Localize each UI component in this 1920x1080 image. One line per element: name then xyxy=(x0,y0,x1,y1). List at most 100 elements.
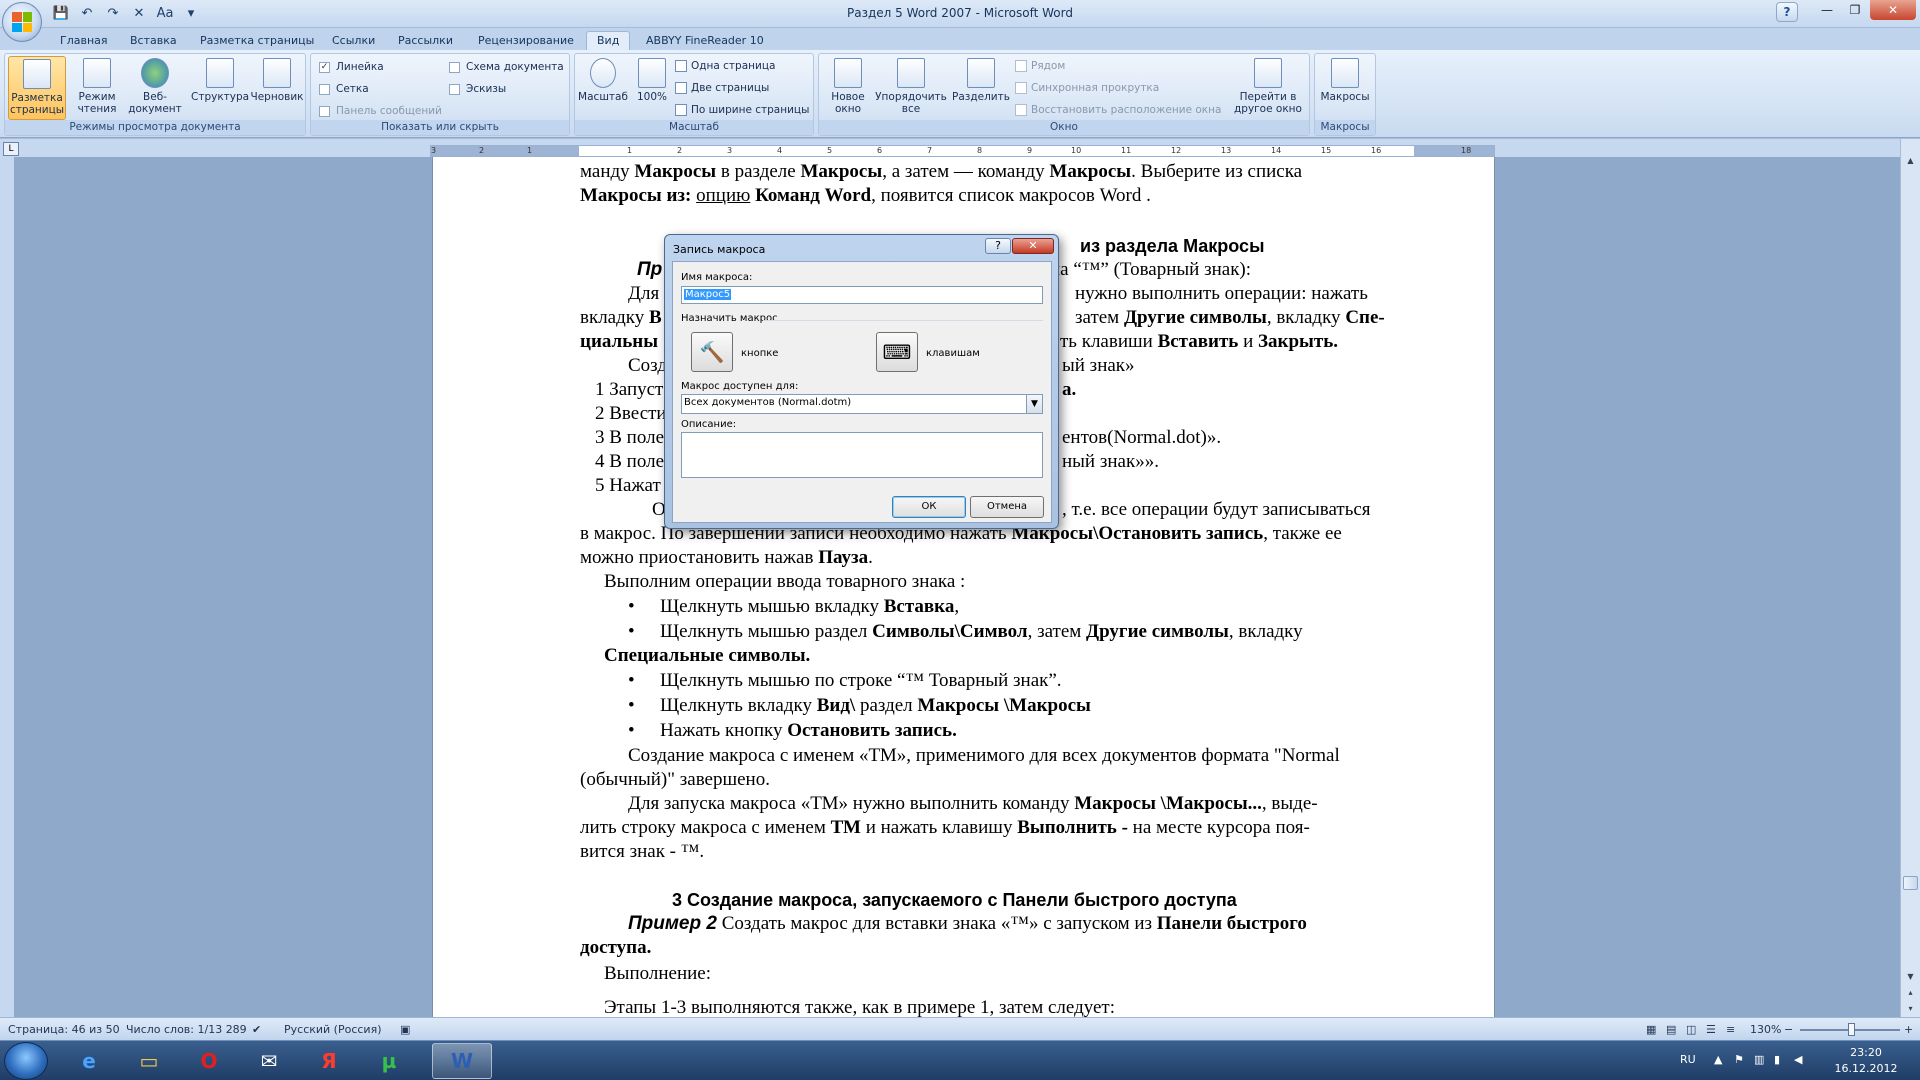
zoom-button[interactable]: Масштаб xyxy=(577,56,629,120)
cancel-button[interactable]: Отмена xyxy=(970,496,1044,518)
network-icon[interactable]: ▥ xyxy=(1754,1053,1764,1066)
dialog-title: Запись макроса xyxy=(673,243,766,256)
doc-line: ый знак» xyxy=(1062,355,1135,376)
vertical-ruler[interactable] xyxy=(0,157,14,1017)
language[interactable]: Русский (Россия) xyxy=(284,1023,382,1036)
section-heading: из раздела Макросы xyxy=(1080,236,1265,256)
dialog-help-button[interactable]: ? xyxy=(985,238,1011,254)
assign-button-label: кнопке xyxy=(741,348,779,359)
scroll-up-icon[interactable]: ▲ xyxy=(1903,153,1918,168)
outline-button[interactable]: Структура xyxy=(191,56,249,120)
clock-time: 23:20 xyxy=(1850,1046,1882,1059)
horizontal-ruler[interactable]: 3 2 1 1 2 3 4 5 6 7 8 9 10 11 12 13 14 1… xyxy=(430,145,1495,157)
macro-recording-icon[interactable]: ▣ xyxy=(400,1023,410,1036)
two-pages-button[interactable]: Две страницы xyxy=(675,81,769,95)
page-count[interactable]: Страница: 46 из 50 xyxy=(8,1023,120,1036)
yandex-icon[interactable]: Я xyxy=(302,1043,356,1079)
ruler-checkbox[interactable]: ✓ Линейка xyxy=(319,60,384,74)
doc-line: Для xyxy=(628,283,660,304)
store-macro-select[interactable]: Всех документов (Normal.dotm) ▼ xyxy=(681,394,1043,414)
zoom-out-button[interactable]: − xyxy=(1784,1023,1793,1036)
restore-button[interactable]: ❐ xyxy=(1842,0,1868,20)
tab-page-layout[interactable]: Разметка страницы xyxy=(200,32,314,50)
doc-line: ть клавиши Вставить и Закрыть. xyxy=(1060,331,1339,352)
print-layout-button[interactable]: Разметка страницы xyxy=(8,56,66,120)
show-hidden-icons-icon[interactable]: ▲ xyxy=(1714,1053,1722,1066)
view-web-icon[interactable]: ◫ xyxy=(1686,1023,1696,1036)
close-button[interactable]: ✕ xyxy=(1870,0,1916,20)
clock-date: 16.12.2012 xyxy=(1834,1062,1898,1075)
battery-icon[interactable]: ▮ xyxy=(1774,1053,1780,1066)
doc-map-checkbox[interactable]: Схема документа xyxy=(449,60,564,74)
view-print-layout-icon[interactable]: ▦ xyxy=(1646,1023,1656,1036)
tab-review[interactable]: Рецензирование xyxy=(478,32,574,50)
next-page-icon[interactable]: ▾ xyxy=(1903,1001,1918,1016)
tab-abbyy[interactable]: ABBYY FineReader 10 xyxy=(646,32,764,50)
ie-icon[interactable]: e xyxy=(62,1043,116,1079)
tab-selector[interactable]: L xyxy=(3,142,19,156)
prev-page-icon[interactable]: ▴ xyxy=(1903,985,1918,1000)
split-icon xyxy=(967,58,995,88)
new-window-button[interactable]: Новое окно xyxy=(823,56,873,120)
action-center-icon[interactable]: ⚑ xyxy=(1734,1053,1744,1066)
split-button[interactable]: Разделить xyxy=(949,56,1013,120)
doc-line: ентов(Normal.dot)». xyxy=(1062,427,1222,448)
macros-icon xyxy=(1331,58,1359,88)
bullet-marker: • xyxy=(628,596,635,617)
globe-icon xyxy=(141,58,169,88)
page-100-icon xyxy=(638,58,666,88)
minimize-button[interactable]: — xyxy=(1814,0,1840,20)
tab-insert[interactable]: Вставка xyxy=(130,32,177,50)
scroll-down-icon[interactable]: ▼ xyxy=(1903,969,1918,984)
web-layout-button[interactable]: Веб-документ xyxy=(118,56,192,120)
zoom-level[interactable]: 130% xyxy=(1750,1023,1781,1036)
dropdown-arrow-icon[interactable]: ▼ xyxy=(1026,395,1042,413)
vertical-scrollbar[interactable]: ▲ ▼ ▴ ▾ xyxy=(1900,139,1920,1017)
zoom-slider-knob[interactable] xyxy=(1848,1023,1855,1036)
explorer-icon[interactable]: ▭ xyxy=(122,1043,176,1079)
clock[interactable]: 23:20 16.12.2012 xyxy=(1816,1045,1916,1077)
switch-windows-button[interactable]: Перейти в другое окно xyxy=(1229,56,1307,120)
word-count[interactable]: Число слов: 1/13 289 xyxy=(126,1023,247,1036)
language-indicator[interactable]: RU xyxy=(1680,1053,1696,1066)
tab-mailings[interactable]: Рассылки xyxy=(398,32,453,50)
draft-button[interactable]: Черновик xyxy=(248,56,306,120)
macro-name-input[interactable]: Макрос5 xyxy=(681,286,1043,304)
page-width-button[interactable]: По ширине страницы xyxy=(675,103,809,117)
tab-home[interactable]: Главная xyxy=(60,32,108,50)
store-macro-label: Макрос доступен для: xyxy=(681,381,799,392)
start-button[interactable] xyxy=(4,1042,48,1080)
zoom-100-button[interactable]: 100% xyxy=(629,56,675,120)
thumbnails-checkbox[interactable]: Эскизы xyxy=(449,82,506,96)
zoom-in-button[interactable]: + xyxy=(1904,1023,1913,1036)
opera-icon[interactable]: O xyxy=(182,1043,236,1079)
assign-to-button-button[interactable]: 🔨 xyxy=(691,332,733,372)
help-button[interactable]: ? xyxy=(1776,2,1798,22)
utorrent-icon[interactable]: µ xyxy=(362,1043,416,1079)
assign-macro-label: Назначить макрос xyxy=(681,313,778,324)
dialog-close-button[interactable]: ✕ xyxy=(1012,238,1054,254)
macros-button[interactable]: Макросы xyxy=(1317,56,1373,120)
description-textarea[interactable] xyxy=(681,432,1043,478)
assign-to-keyboard-button[interactable]: ⌨ xyxy=(876,332,918,372)
doc-line: можно приостановить нажав Пауза. xyxy=(580,547,873,568)
volume-icon[interactable]: ◀ xyxy=(1794,1053,1802,1066)
spellcheck-icon[interactable]: ✔ xyxy=(252,1023,261,1036)
view-draft-icon[interactable]: ≡ xyxy=(1726,1023,1735,1036)
grid-checkbox[interactable]: Сетка xyxy=(319,82,369,96)
list-item: Щелкнуть мышью раздел Символы\Символ, за… xyxy=(660,621,1303,642)
scroll-thumb[interactable] xyxy=(1903,876,1918,890)
tab-references[interactable]: Ссылки xyxy=(332,32,375,50)
view-reading-icon[interactable]: ▤ xyxy=(1666,1023,1676,1036)
doc-line: нужно выполнить операции: нажать xyxy=(1075,283,1368,304)
word-taskbar-icon[interactable]: W xyxy=(432,1043,492,1079)
mail-icon[interactable]: ✉ xyxy=(242,1043,296,1079)
group-zoom: Масштаб 100% Одна страница Две страницы … xyxy=(574,53,814,136)
ok-button[interactable]: ОК xyxy=(892,496,966,518)
view-outline-icon[interactable]: ☰ xyxy=(1706,1023,1716,1036)
tab-view[interactable]: Вид xyxy=(586,31,631,50)
doc-line: манду Макросы в разделе Макросы, а затем… xyxy=(580,161,1303,182)
office-button[interactable] xyxy=(2,2,42,42)
one-page-button[interactable]: Одна страница xyxy=(675,59,775,73)
arrange-all-button[interactable]: Упорядочить все xyxy=(873,56,949,120)
